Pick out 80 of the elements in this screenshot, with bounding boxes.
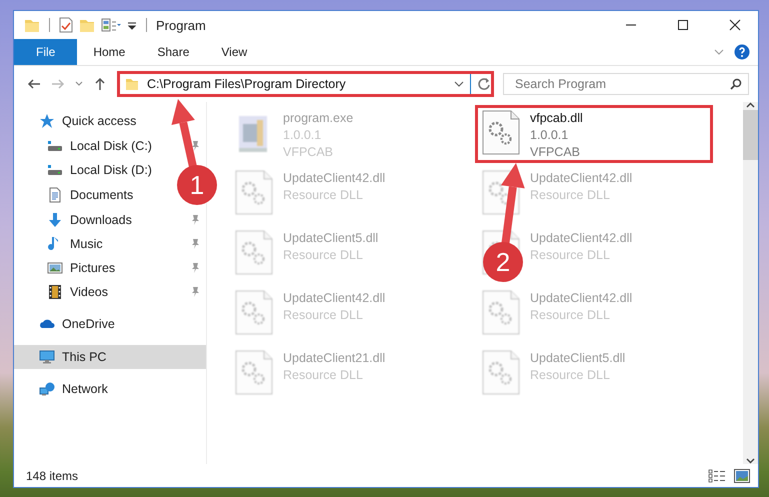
drive-icon [47, 138, 63, 154]
back-arrow-icon[interactable] [27, 77, 41, 91]
refresh-icon[interactable] [477, 77, 491, 91]
sidebar-item[interactable]: Pictures [14, 256, 206, 280]
properties-icon[interactable] [59, 17, 73, 33]
window-title: Program [156, 18, 207, 32]
item-count: 148 items [26, 468, 80, 482]
file-detail: VFPCAB [283, 144, 334, 161]
dll-file-icon [482, 110, 520, 156]
file-detail: Resource DLL [283, 367, 364, 384]
view-options-icon[interactable] [101, 17, 121, 33]
dll-file-icon [235, 350, 273, 396]
address-bar[interactable]: C:\Program Files\Program Directory [117, 71, 494, 97]
scroll-up-icon[interactable] [746, 102, 755, 108]
ribbon-tab[interactable]: View [205, 39, 264, 65]
annotation-arrow [171, 99, 198, 168]
maximize-icon[interactable] [677, 19, 689, 31]
search-box[interactable]: Search Program [503, 73, 749, 95]
address-field[interactable]: C:\Program Files\Program Directory [145, 76, 448, 92]
file-detail: VFPCAB [530, 144, 582, 161]
large-icons-view-icon[interactable] [734, 468, 750, 482]
file-item[interactable]: vfpcab.dll 1.0.0.1 VFPCAB [475, 105, 713, 163]
pictures-icon [47, 260, 63, 276]
sidebar-item[interactable]: Quick access [14, 109, 142, 133]
sidebar-item[interactable]: Local Disk (D:) [14, 158, 158, 182]
dll-file-icon [235, 230, 273, 276]
ribbon-tab[interactable]: Home [77, 39, 142, 65]
file-name: UpdateClient5.dll [530, 350, 626, 367]
sidebar-item[interactable]: Music [14, 232, 206, 256]
scroll-down-icon[interactable] [746, 458, 755, 464]
file-name: UpdateClient21.dll [283, 350, 386, 367]
sidebar-item[interactable]: Downloads [14, 208, 206, 232]
file-detail: Resource DLL [530, 247, 611, 264]
dll-file-icon [482, 350, 520, 396]
sidebar-item[interactable]: Documents [14, 183, 140, 207]
dll-file-icon [482, 290, 520, 336]
computer-icon [39, 349, 55, 365]
file-name: UpdateClient42.dll [530, 290, 632, 307]
dropdown-caret-icon[interactable] [454, 80, 464, 88]
star-icon [39, 113, 55, 129]
ribbon-tab[interactable]: Share [141, 39, 206, 65]
file-detail: Resource DLL [283, 307, 364, 324]
step-badge: 2 [483, 242, 523, 282]
network-icon [39, 381, 55, 397]
sidebar-item[interactable]: This PC [14, 345, 206, 369]
details-view-icon[interactable] [708, 468, 726, 482]
download-arrow-icon [47, 212, 63, 228]
file-detail: Resource DLL [530, 187, 611, 204]
file-name: UpdateClient42.dll [283, 170, 386, 187]
scroll-thumb[interactable] [743, 110, 758, 160]
file-name: program.exe [283, 110, 354, 127]
dll-file-icon [235, 290, 273, 336]
drive-icon [47, 162, 63, 178]
file-name: UpdateClient42.dll [530, 170, 632, 187]
sidebar-item[interactable]: Network [14, 377, 114, 401]
search-icon [730, 78, 742, 90]
file-detail: Resource DLL [530, 307, 611, 324]
step-badge: 1 [177, 165, 217, 205]
up-arrow-icon[interactable] [93, 77, 107, 91]
file-menu-button[interactable]: File [14, 39, 78, 65]
document-icon [47, 187, 63, 203]
sidebar-item[interactable]: Local Disk (C:) [14, 134, 206, 158]
film-icon [47, 284, 63, 300]
sidebar-item[interactable]: Videos [14, 280, 206, 304]
file-name: UpdateClient5.dll [283, 230, 378, 247]
file-name: UpdateClient42.dll [283, 290, 386, 307]
file-detail: Resource DLL [283, 187, 364, 204]
file-name: UpdateClient42.dll [530, 230, 632, 247]
scrollbar[interactable] [743, 102, 758, 464]
file-name: vfpcab.dll [530, 110, 583, 127]
help-icon[interactable] [734, 44, 750, 60]
dll-file-icon [235, 170, 273, 216]
expand-ribbon-icon[interactable] [714, 48, 724, 56]
file-detail: 1.0.0.1 [530, 127, 570, 144]
sidebar-item[interactable]: OneDrive [14, 312, 121, 336]
file-detail: Resource DLL [530, 367, 611, 384]
file-detail: Resource DLL [283, 247, 364, 264]
close-icon[interactable] [729, 19, 741, 31]
folder-icon [125, 77, 139, 91]
file-detail: 1.0.0.1 [283, 127, 322, 144]
